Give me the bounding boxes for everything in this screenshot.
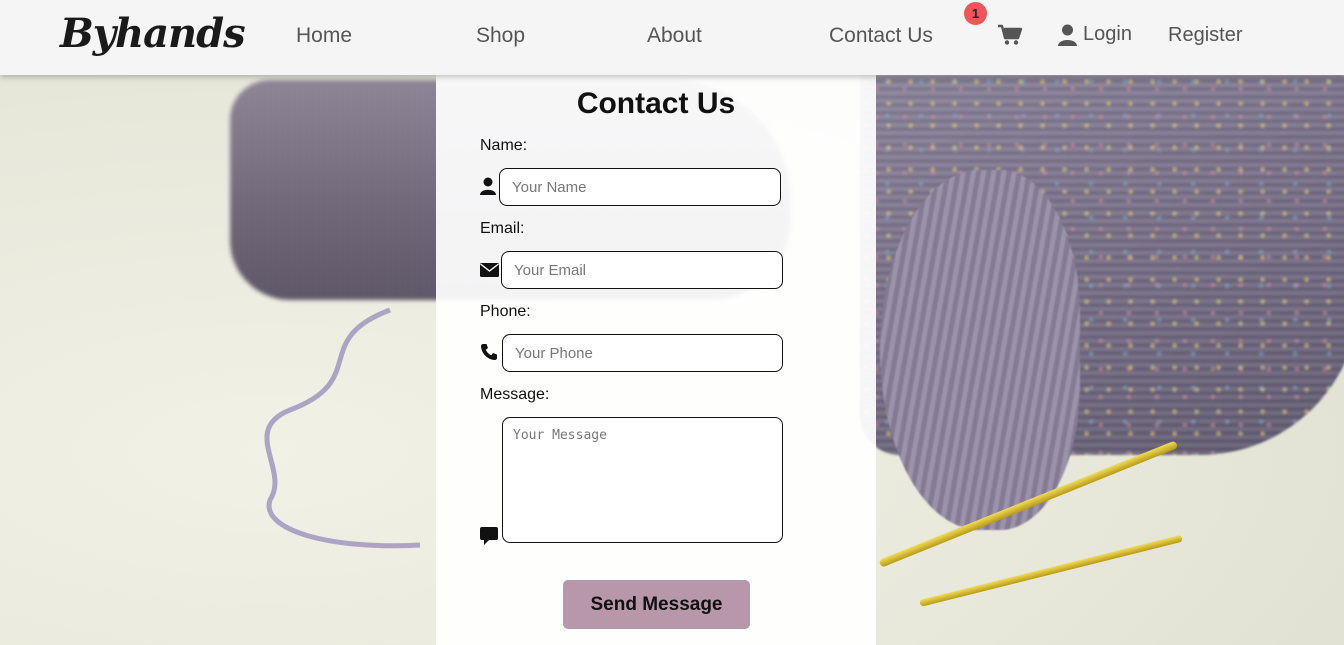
register-link[interactable]: Register [1168,24,1242,47]
email-label: Email: [480,220,525,237]
user-icon [1058,24,1077,46]
phone-label: Phone: [480,303,531,320]
message-textarea[interactable] [502,417,783,543]
nav-about-link[interactable]: About [647,24,702,48]
send-message-button[interactable]: Send Message [563,580,750,629]
yarn-skein [880,170,1080,530]
name-input[interactable] [499,168,781,206]
nav-home-link[interactable]: Home [296,24,352,48]
message-label: Message: [480,386,550,403]
name-label: Name: [480,137,528,154]
login-label: Login [1083,23,1132,45]
navbar: Byhands Home Shop About Contact Us 1 Log… [0,0,1344,75]
nav-shop-link[interactable]: Shop [476,24,525,48]
comment-icon [480,527,498,545]
login-link[interactable]: Login [1058,23,1132,46]
cart-icon[interactable] [997,24,1023,46]
brand-logo[interactable]: Byhands [60,10,246,57]
email-input[interactable] [501,251,783,289]
contact-form-panel: Contact Us Name: Email: Phone: Message: … [436,75,876,645]
phone-icon [481,344,497,360]
nav-contact-link[interactable]: Contact Us [829,24,933,48]
page-title: Contact Us [576,87,736,120]
envelope-icon [480,263,499,277]
phone-input[interactable] [502,334,783,372]
user-icon [480,177,496,195]
cart-count-badge: 1 [964,2,987,25]
